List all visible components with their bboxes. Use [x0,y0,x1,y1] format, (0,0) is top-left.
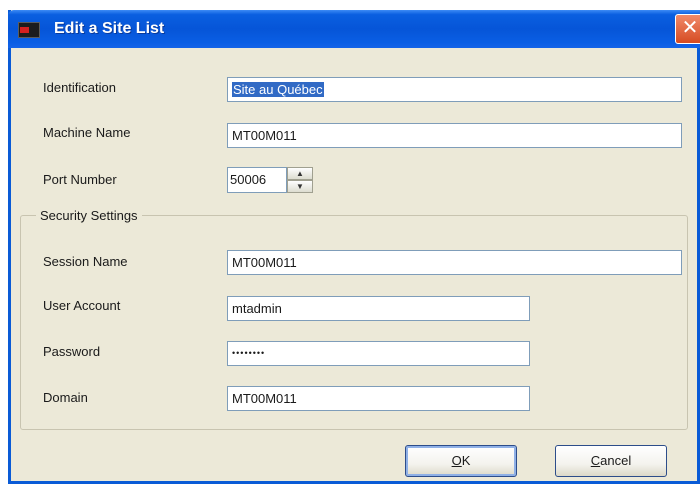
password-label: Password [43,344,101,359]
identification-value: Site au Québec [232,82,324,97]
session-name-label: Session Name [43,254,128,269]
user-account-label: User Account [43,298,121,313]
ok-mnemonic: O [451,453,462,468]
port-number-stepper: 50006 ▲ ▼ [227,167,315,193]
ok-label-rest: K [461,453,471,468]
cancel-button[interactable]: Cancel [555,445,667,477]
machine-name-input[interactable]: MT00M011 [227,123,682,148]
title-bar[interactable]: Edit a Site List ✕ [8,10,700,48]
window-title: Edit a Site List [54,20,165,37]
domain-label: Domain [43,390,88,405]
port-spin-buttons: ▲ ▼ [287,167,313,193]
session-name-input[interactable]: MT00M011 [227,250,682,275]
port-number-label: Port Number [43,172,117,187]
user-account-input[interactable]: mtadmin [227,296,530,321]
close-icon[interactable]: ✕ [675,14,700,44]
password-input[interactable]: •••••••• [227,341,530,366]
machine-name-label: Machine Name [43,125,131,140]
spin-up-icon[interactable]: ▲ [287,167,313,180]
identification-input[interactable]: Site au Québec [227,77,682,102]
identification-label: Identification [43,80,116,95]
domain-input[interactable]: MT00M011 [227,386,530,411]
ok-button[interactable]: OK [405,445,517,477]
app-icon [18,22,40,38]
port-number-input[interactable]: 50006 [227,167,287,193]
security-settings-title: Security Settings [36,208,142,223]
spin-down-icon[interactable]: ▼ [287,180,313,193]
cancel-mnemonic: C [590,453,601,468]
cancel-label-rest: ancel [600,453,632,468]
